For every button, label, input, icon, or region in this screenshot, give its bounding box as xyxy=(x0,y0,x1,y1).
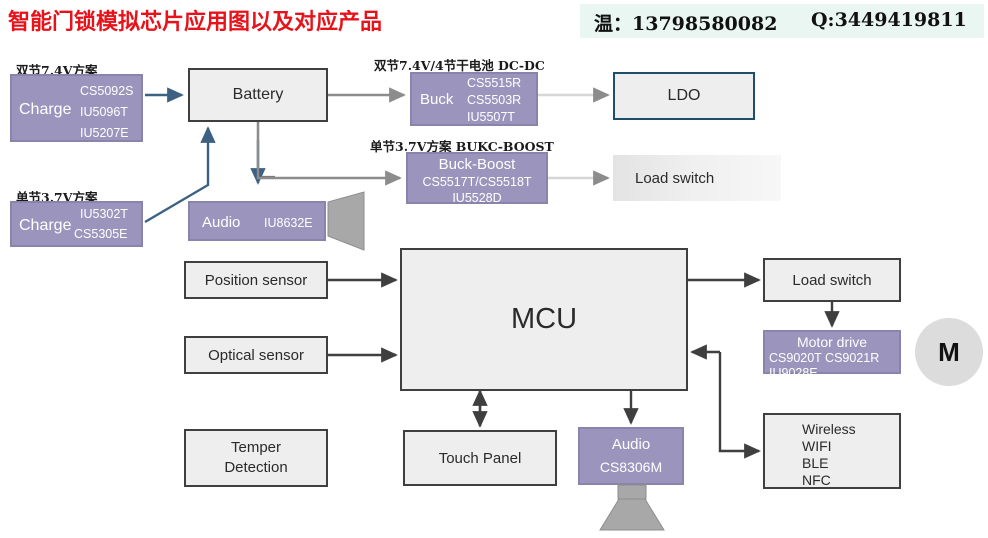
block-buck[interactable]: Buck CS5515R CS5503R IU5507T xyxy=(410,72,538,126)
audio-amp-label: Audio xyxy=(202,214,241,231)
wireless-line-1: Wireless xyxy=(802,421,856,437)
touch-panel-label: Touch Panel xyxy=(438,449,522,467)
buck-boost-part-2: IU5528D xyxy=(452,191,502,205)
wireless-line-2: WIFI xyxy=(802,438,832,454)
block-ldo[interactable]: LDO xyxy=(613,72,755,120)
wireless-line-4: NFC xyxy=(802,472,831,488)
block-load-switch-top[interactable]: Load switch xyxy=(613,155,781,201)
page-title: 智能门锁模拟芯片应用图以及对应产品 xyxy=(8,10,383,35)
buck-part-2: CS5503R xyxy=(467,93,522,107)
block-touch-panel[interactable]: Touch Panel xyxy=(403,430,557,486)
load-switch-top-label: Load switch xyxy=(635,169,715,187)
load-switch-right-label: Load switch xyxy=(792,271,872,289)
charge-74-part-3: IU5207E xyxy=(80,126,129,140)
contact-bar: 温：13798580082 Q:3449419811 xyxy=(580,4,984,38)
audio-amp-part: IU8632E xyxy=(264,216,313,230)
block-wireless[interactable]: Wireless WIFI BLE NFC xyxy=(763,413,901,489)
battery-label: Battery xyxy=(232,86,284,103)
charge-37-part-1: IU5302T xyxy=(80,207,128,221)
buck-boost-label: Buck-Boost xyxy=(438,156,516,173)
block-buck-boost[interactable]: Buck-Boost CS5517T/CS5518T IU5528D xyxy=(406,152,548,205)
ldo-label: LDO xyxy=(667,87,701,104)
block-audio-amp[interactable]: Audio IU8632E xyxy=(188,201,326,241)
position-sensor-label: Position sensor xyxy=(204,271,308,289)
speaker-down-icon xyxy=(599,484,665,531)
block-motor-drive[interactable]: Motor drive CS9020T CS9021R IU9028E xyxy=(763,330,901,380)
buck-boost-part-1: CS5517T/CS5518T xyxy=(422,175,532,189)
block-temper-detection[interactable]: Temper Detection xyxy=(184,429,328,487)
speaker-icon xyxy=(327,191,365,251)
motor-drive-part-2: IU9028E xyxy=(769,366,818,380)
motor-drive-label: Motor drive xyxy=(796,334,868,350)
buck-part-3: IU5507T xyxy=(467,110,515,124)
temper-line-2: Detection xyxy=(224,459,288,476)
mcu-label: MCU xyxy=(510,303,578,335)
block-charge-3v7[interactable]: Charge IU5302T CS5305E xyxy=(10,201,143,247)
audio-mcu-part: CS8306M xyxy=(599,459,663,475)
block-audio-mcu[interactable]: Audio CS8306M xyxy=(578,427,684,485)
block-optical-sensor[interactable]: Optical sensor xyxy=(184,336,328,374)
motor-label: M xyxy=(938,336,960,367)
buck-label: Buck xyxy=(420,91,454,108)
temper-line-1: Temper xyxy=(230,438,282,456)
charge-74-part-2: IU5096T xyxy=(80,105,128,119)
block-battery[interactable]: Battery xyxy=(188,68,328,122)
charge-37-label: Charge xyxy=(19,217,72,234)
block-load-switch-right[interactable]: Load switch xyxy=(763,258,901,302)
charge-74-part-1: CS5092S xyxy=(80,84,134,98)
buck-part-1: CS5515R xyxy=(467,76,522,90)
contact-qq: Q:3449419811 xyxy=(811,9,967,31)
wireless-line-3: BLE xyxy=(802,455,829,471)
audio-mcu-label: Audio xyxy=(611,436,651,453)
motor-drive-part-1: CS9020T CS9021R xyxy=(769,351,880,365)
charge-37-part-2: CS5305E xyxy=(74,227,128,241)
block-mcu[interactable]: MCU xyxy=(400,248,688,391)
contact-phone: 温：13798580082 xyxy=(594,13,778,35)
block-charge-7v4[interactable]: Charge CS5092S IU5096T IU5207E xyxy=(10,74,143,142)
diagram-canvas: 智能门锁模拟芯片应用图以及对应产品 温：13798580082 Q:344941… xyxy=(0,0,988,538)
block-position-sensor[interactable]: Position sensor xyxy=(184,261,328,299)
optical-sensor-label: Optical sensor xyxy=(208,346,304,364)
charge-74-label: Charge xyxy=(19,101,72,118)
motor-icon: M xyxy=(915,318,983,386)
